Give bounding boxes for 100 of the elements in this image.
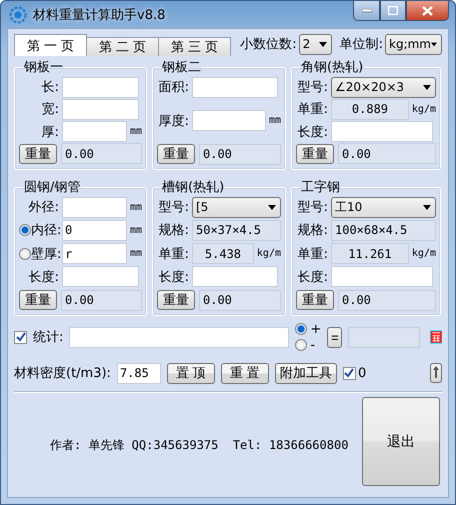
- exit-button[interactable]: 退出: [362, 397, 440, 486]
- field-label: 规格:: [158, 222, 189, 240]
- decimals-dropdown[interactable]: 2: [298, 34, 332, 54]
- toolbar-button[interactable]: 置 顶: [166, 362, 215, 384]
- group-title: 工字钢: [300, 179, 341, 196]
- density-input-field[interactable]: 7.85: [116, 362, 161, 384]
- unit-label: mm: [130, 248, 142, 259]
- input-field[interactable]: [62, 266, 139, 288]
- input-field[interactable]: [62, 196, 127, 218]
- equals-button[interactable]: =: [327, 326, 342, 348]
- group-title: 钢板二: [161, 59, 202, 76]
- radio-button[interactable]: [295, 323, 308, 335]
- group-title: 圆钢/钢管: [23, 179, 82, 196]
- field-label: 型号:: [298, 199, 328, 216]
- input-field[interactable]: [192, 110, 266, 131]
- unit-label: kg/m: [412, 104, 436, 115]
- weight-button[interactable]: 重量: [296, 144, 334, 164]
- input-field[interactable]: r: [62, 243, 127, 264]
- unit-label: mm: [268, 115, 281, 126]
- window-title: 材料重量计算助手v8.8: [33, 6, 166, 24]
- field-label: 单重:: [298, 246, 328, 262]
- checkbox[interactable]: [342, 366, 356, 380]
- weight-button[interactable]: 重量: [19, 290, 57, 310]
- radio-button[interactable]: [19, 248, 31, 260]
- unit-label: kg/m: [412, 248, 436, 259]
- field-label: 壁厚:: [31, 246, 62, 262]
- toolbar-button[interactable]: 重 置: [220, 362, 269, 384]
- weight-button[interactable]: 重量: [157, 144, 195, 164]
- unit-system-dropdown[interactable]: kg;mm: [385, 34, 442, 54]
- unit-label: mm: [130, 126, 142, 138]
- readout-field: 50×37×4.5: [192, 220, 281, 241]
- unit-label: kg/m: [256, 248, 281, 259]
- field-label: 面积:: [158, 79, 189, 96]
- field-label: 厚度:: [158, 112, 189, 130]
- toolbar-button[interactable]: 附加工具: [274, 362, 337, 384]
- readout-field: 11.261: [331, 243, 409, 264]
- weight-field: 0.00: [338, 290, 436, 310]
- readout-field: 5.438: [192, 243, 254, 264]
- unit-system-label: 单位制:: [340, 36, 383, 53]
- input-field[interactable]: [62, 76, 139, 98]
- stats-input-field[interactable]: [69, 326, 290, 348]
- input-field[interactable]: [192, 266, 278, 288]
- maximize-icon: [388, 6, 398, 15]
- group-title: 钢板一: [23, 59, 64, 76]
- field-label: 长度:: [158, 268, 189, 286]
- caret-icon: [318, 42, 327, 46]
- maximize-button[interactable]: [380, 1, 406, 21]
- input-field[interactable]: 0: [62, 220, 127, 241]
- unit-label: mm: [130, 224, 142, 236]
- checkbox[interactable]: [14, 330, 27, 344]
- weight-field: 0.00: [199, 144, 281, 164]
- weight-field: 0.00: [338, 143, 436, 164]
- field-label: 宽:: [42, 101, 59, 118]
- group-title: 角钢(热轧): [300, 59, 364, 76]
- input-field[interactable]: [62, 98, 139, 120]
- up-arrow-icon: [433, 366, 439, 378]
- weight-field: 0.00: [61, 143, 142, 164]
- weight-field: 0.00: [199, 290, 281, 310]
- scroll-up-button[interactable]: [430, 363, 442, 383]
- check-icon: [344, 368, 354, 378]
- radio-button[interactable]: [295, 339, 308, 351]
- tab[interactable]: 第 二 页: [86, 37, 159, 56]
- calculator-icon[interactable]: [430, 329, 442, 345]
- app-logo-icon: [9, 6, 27, 24]
- input-field[interactable]: [331, 121, 433, 142]
- operator-label: -: [310, 338, 316, 352]
- dropdown[interactable]: 工10: [331, 196, 436, 218]
- minimize-button[interactable]: [353, 1, 380, 21]
- dropdown[interactable]: [5: [192, 196, 281, 218]
- field-label: 长:: [42, 79, 59, 96]
- field-label: 单重:: [298, 101, 328, 118]
- input-field[interactable]: [192, 76, 278, 98]
- minimize-icon: [362, 8, 372, 12]
- field-label: 长度:: [298, 268, 328, 286]
- field-label: 长度:: [28, 268, 59, 286]
- weight-button[interactable]: 重量: [19, 144, 57, 164]
- operator-label: +: [310, 322, 322, 336]
- field-label: 厚:: [42, 124, 59, 141]
- field-label: 内径:: [31, 222, 62, 240]
- checkbox-label: 0: [358, 366, 366, 380]
- weight-button[interactable]: 重量: [157, 290, 195, 310]
- field-label: 型号:: [158, 199, 189, 216]
- field-label: 型号:: [298, 79, 328, 96]
- radio-button[interactable]: [19, 224, 31, 236]
- close-icon: [422, 6, 433, 16]
- tab[interactable]: 第 三 页: [158, 37, 231, 56]
- density-label: 材料密度(t/m3):: [14, 365, 111, 382]
- stats-label: 统计:: [33, 329, 64, 346]
- close-button[interactable]: [406, 1, 449, 21]
- field-label: 规格:: [298, 222, 328, 240]
- readout-field: 100×68×4.5: [331, 220, 436, 241]
- input-field[interactable]: [62, 121, 127, 142]
- dropdown[interactable]: ∠20×20×3: [331, 76, 436, 98]
- author-info: 作者: 单先锋 QQ:345639375 Tel: 18366660800: [50, 437, 348, 454]
- caret-icon: [431, 42, 437, 46]
- weight-field: 0.00: [61, 290, 142, 310]
- input-field[interactable]: [331, 266, 433, 288]
- tab[interactable]: 第 一 页: [14, 34, 87, 56]
- field-label: 长度:: [298, 124, 328, 141]
- weight-button[interactable]: 重量: [296, 290, 334, 310]
